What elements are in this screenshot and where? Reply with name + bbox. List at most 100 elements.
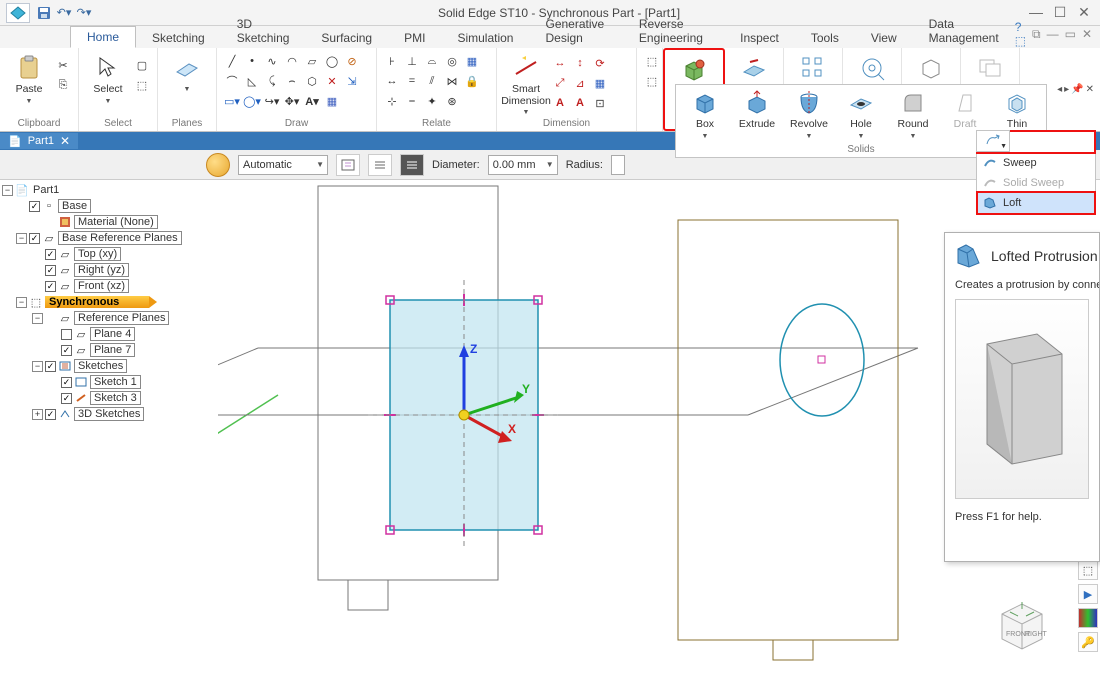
flyout-spin-button[interactable]: ▼ (976, 130, 1010, 152)
section1-icon[interactable]: ⬚ (643, 52, 661, 70)
minimize-button[interactable]: — (1026, 4, 1046, 21)
poly-icon[interactable]: ⬡ (303, 72, 321, 90)
dim1-icon[interactable]: ↔ (551, 54, 569, 72)
scroll-right-icon[interactable]: ▸ (1064, 84, 1069, 100)
redo-icon[interactable]: ↷▾ (76, 5, 92, 21)
circle-icon[interactable]: ◯ (323, 52, 341, 70)
tree-3d-sketches[interactable]: +✓3D Sketches (0, 406, 218, 422)
dim2-icon[interactable]: ↕ (571, 54, 589, 72)
dim6-icon[interactable]: ▦ (591, 74, 609, 92)
point-icon[interactable]: • (243, 52, 261, 70)
construction-icon[interactable]: ⊘ (343, 52, 361, 70)
save-icon[interactable] (36, 5, 52, 21)
trim-icon[interactable]: ✕ (323, 72, 341, 90)
relassist-icon[interactable]: ✦ (423, 92, 441, 110)
tree-material[interactable]: Material (None) (0, 214, 218, 230)
flyout-loft[interactable]: Loft (976, 192, 1096, 214)
rect-free-icon[interactable]: ▱ (303, 52, 321, 70)
tree-plane7[interactable]: ✓▱Plane 7 (0, 342, 218, 358)
chamfer-icon[interactable]: ◺ (243, 72, 261, 90)
close-panel-icon[interactable]: ✕ (1086, 84, 1094, 100)
tab-data-management[interactable]: Data Management (913, 14, 1015, 48)
hole-button[interactable]: Hole▼ (840, 87, 882, 142)
paste-button[interactable]: Paste▼ (6, 52, 52, 107)
dim8-icon[interactable]: A (571, 94, 589, 112)
window-restore-icon[interactable]: ⧉ (1032, 27, 1041, 42)
tree-plane-top[interactable]: ✓▱Top (xy) (0, 246, 218, 262)
select-button[interactable]: Select▼ (85, 52, 131, 107)
tree-sketch3[interactable]: ✓Sketch 3 (0, 390, 218, 406)
cut-icon[interactable]: ✂ (54, 56, 72, 74)
move-icon[interactable]: ✥▾ (283, 92, 301, 110)
section2-icon[interactable]: ⬚ (643, 72, 661, 90)
tree-base[interactable]: ✓▫Base (0, 198, 218, 214)
window-min-icon[interactable]: — (1047, 27, 1059, 41)
window-close-icon[interactable]: ✕ (1082, 27, 1092, 41)
tab-close-icon[interactable]: ✕ (60, 134, 70, 148)
sym-icon[interactable]: ⋈ (443, 72, 461, 90)
select-opt1-icon[interactable]: ▢ (133, 56, 151, 74)
extrude-button[interactable]: Extrude (736, 87, 778, 133)
text-icon[interactable]: A▾ (303, 92, 321, 110)
par-icon[interactable]: ⫽ (423, 72, 441, 90)
pb-opt1-button[interactable] (336, 154, 360, 176)
strip-item-1[interactable]: ⬚ (1078, 560, 1098, 580)
tab-inspect[interactable]: Inspect (724, 28, 795, 48)
close-button[interactable]: ✕ (1074, 4, 1094, 21)
region-icon[interactable]: ▦ (323, 92, 341, 110)
tab-tools[interactable]: Tools (795, 28, 855, 48)
planes-button[interactable]: ▼ (164, 52, 210, 95)
conc-icon[interactable]: ◎ (443, 52, 461, 70)
dim7-icon[interactable]: A (551, 94, 569, 112)
arc-icon[interactable]: ◠ (283, 52, 301, 70)
draft-button[interactable]: Draft (944, 87, 986, 133)
box-button[interactable]: Box▼ (684, 87, 726, 142)
strip-item-4[interactable]: 🔑 (1078, 632, 1098, 652)
dim9-icon[interactable]: ⊡ (591, 94, 609, 112)
round-button[interactable]: Round▼ (892, 87, 934, 142)
app-menu-button[interactable] (6, 3, 30, 23)
radius-input[interactable] (611, 155, 625, 175)
scroll-left-icon[interactable]: ◂ (1057, 84, 1062, 100)
tab-simulation[interactable]: Simulation (441, 28, 529, 48)
tab-reverse-engineering[interactable]: Reverse Engineering (623, 14, 724, 48)
ellipse-icon[interactable]: ◯▾ (243, 92, 261, 110)
tree-synchronous[interactable]: −⬚Synchronous (0, 294, 218, 310)
revolve-button[interactable]: Revolve▼ (788, 87, 830, 142)
rect-icon[interactable]: ▭▾ (223, 92, 241, 110)
tree-root[interactable]: −📄Part1 (0, 182, 218, 198)
strip-item-3[interactable] (1078, 608, 1098, 628)
tab-sketching[interactable]: Sketching (136, 28, 221, 48)
dim3-icon[interactable]: ⟳ (591, 54, 609, 72)
undo-icon[interactable]: ↶▾ (56, 5, 72, 21)
tree-plane4[interactable]: ▱Plane 4 (0, 326, 218, 342)
hv-icon[interactable]: ⊹ (383, 92, 401, 110)
rel4-icon[interactable]: ⊛ (443, 92, 461, 110)
dim4-icon[interactable]: ⤢ (551, 74, 569, 92)
line-icon[interactable]: ╱ (223, 52, 241, 70)
help-icon[interactable]: ?⬚ (1015, 20, 1026, 48)
fillet-icon[interactable]: ⌢ (283, 72, 301, 90)
tree-sketches[interactable]: −✓Sketches (0, 358, 218, 374)
tree-base-ref-planes[interactable]: −✓▱Base Reference Planes (0, 230, 218, 246)
connect-icon[interactable]: ⊦ (383, 52, 401, 70)
tab-view[interactable]: View (855, 28, 913, 48)
document-tab-part1[interactable]: 📄 Part1 ✕ (0, 133, 78, 149)
rigid-icon[interactable]: ▦ (463, 52, 481, 70)
pb-opt3-button[interactable] (400, 154, 424, 176)
copy-icon[interactable]: ⎘ (54, 76, 72, 94)
tan-icon[interactable]: ⌓ (423, 52, 441, 70)
select-opt2-icon[interactable]: ⬚ (133, 76, 151, 94)
tree-sketch1[interactable]: ✓Sketch 1 (0, 374, 218, 390)
lock-icon[interactable]: 🔒 (463, 72, 481, 90)
flyout-sweep[interactable]: Sweep (977, 153, 1095, 173)
pin-icon[interactable]: 📌 (1071, 84, 1083, 100)
perp-icon[interactable]: ⊥ (403, 52, 421, 70)
smart-dimension-button[interactable]: Smart Dimension▼ (503, 52, 549, 118)
pb-opt2-button[interactable] (368, 154, 392, 176)
window-max-icon[interactable]: ▭ (1065, 27, 1076, 41)
tree-plane-right[interactable]: ✓▱Right (yz) (0, 262, 218, 278)
horiz-icon[interactable]: ↔ (383, 72, 401, 90)
strip-item-2[interactable]: ▶ (1078, 584, 1098, 604)
tab-generative-design[interactable]: Generative Design (529, 14, 622, 48)
